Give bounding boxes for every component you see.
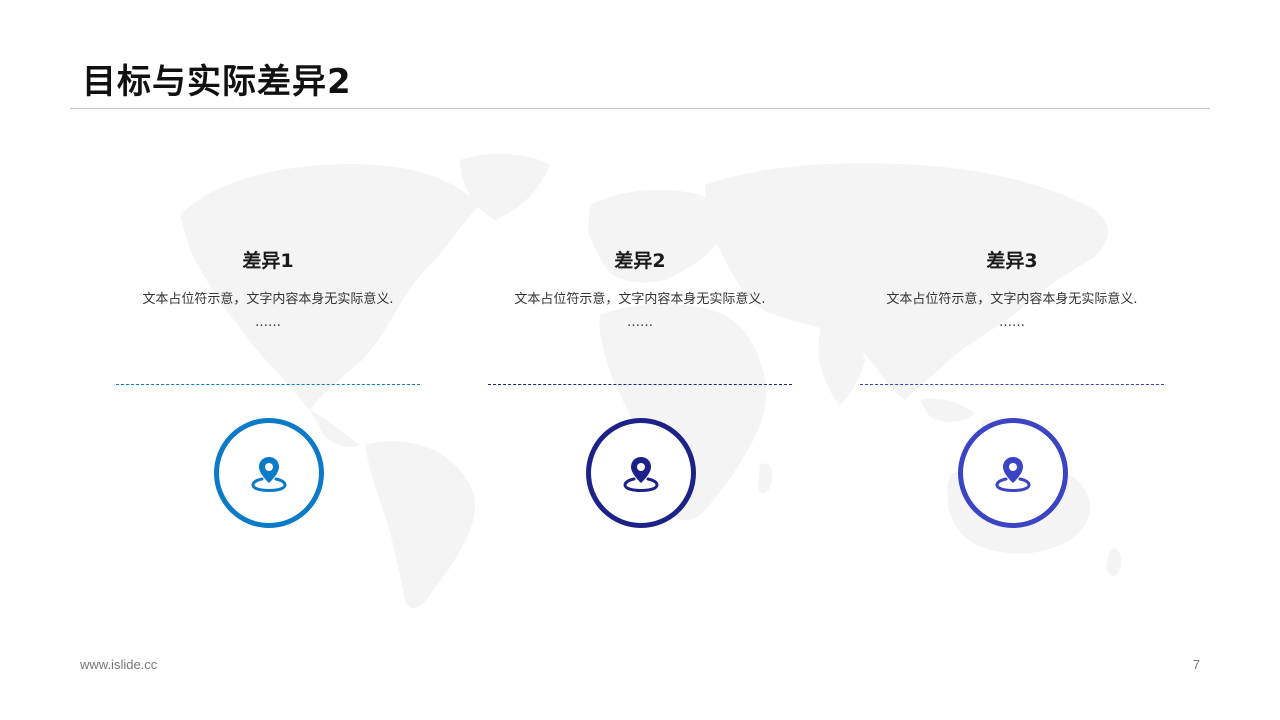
page-number: 7 bbox=[1192, 657, 1200, 672]
location-pin-icon bbox=[251, 457, 287, 493]
column-ellipsis: …… bbox=[999, 315, 1025, 330]
difference-column-3: 差异3 文本占位符示意，文字内容本身无实际意义. …… bbox=[860, 240, 1164, 528]
column-title: 差异3 bbox=[986, 250, 1038, 272]
title-divider bbox=[70, 108, 1210, 109]
dashed-divider bbox=[116, 384, 420, 385]
column-title: 差异1 bbox=[242, 250, 294, 272]
location-pin-icon bbox=[623, 457, 659, 493]
column-ellipsis: …… bbox=[255, 315, 281, 330]
icon-circle bbox=[214, 418, 324, 528]
dashed-divider bbox=[860, 384, 1164, 385]
column-description: 文本占位符示意，文字内容本身无实际意义. bbox=[142, 292, 394, 307]
difference-column-2: 差异2 文本占位符示意，文字内容本身无实际意义. …… bbox=[488, 240, 792, 528]
difference-column-1: 差异1 文本占位符示意，文字内容本身无实际意义. …… bbox=[116, 240, 420, 528]
world-map-background bbox=[180, 153, 1122, 609]
column-ellipsis: …… bbox=[627, 315, 653, 330]
column-description: 文本占位符示意，文字内容本身无实际意义. bbox=[886, 292, 1138, 307]
slide: 目标与实际差异2 差异1 文本占位符示意，文字内容本身无实际意义. …… 差异2… bbox=[0, 0, 1280, 720]
icon-circle bbox=[958, 418, 1068, 528]
footer-url[interactable]: www.islide.cc bbox=[80, 657, 157, 672]
icon-circle bbox=[586, 418, 696, 528]
column-title: 差异2 bbox=[614, 250, 666, 272]
dashed-divider bbox=[488, 384, 792, 385]
slide-title: 目标与实际差异2 bbox=[82, 62, 352, 102]
column-description: 文本占位符示意，文字内容本身无实际意义. bbox=[514, 292, 766, 307]
location-pin-icon bbox=[995, 457, 1031, 493]
